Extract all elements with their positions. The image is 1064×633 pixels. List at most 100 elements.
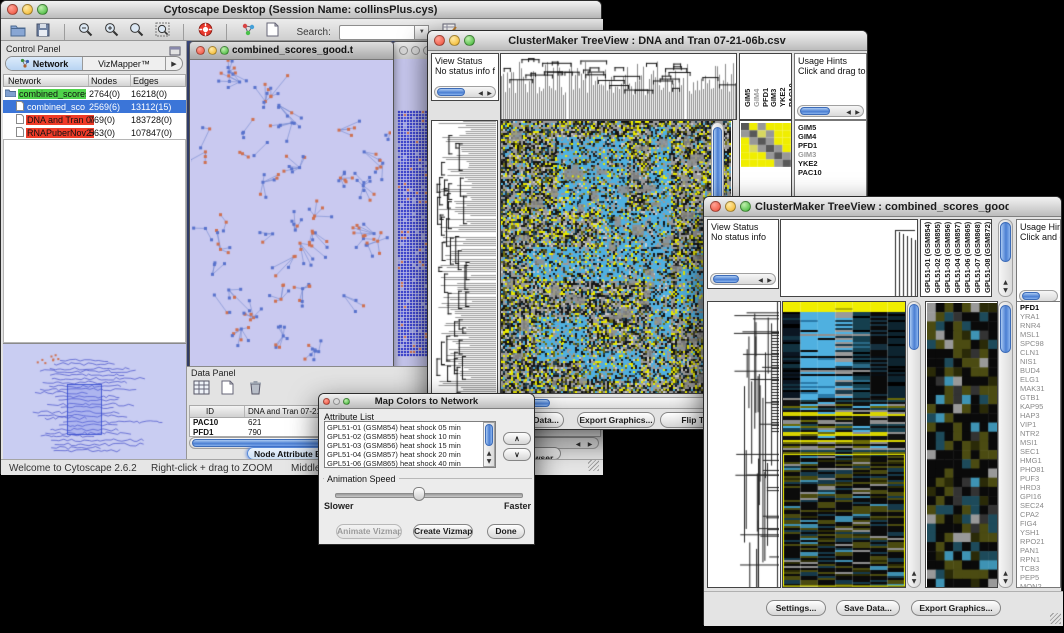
scrollbar-thumb[interactable] — [1000, 222, 1011, 262]
scroll-down-arrow[interactable]: ▼ — [999, 287, 1012, 294]
scroll-left-arrow[interactable]: ◀ — [574, 441, 582, 448]
gene-label[interactable]: MAK31 — [1020, 384, 1060, 393]
search-input[interactable] — [339, 25, 415, 40]
row-dendrogram-canvas[interactable] — [432, 121, 496, 393]
minimize-button[interactable] — [725, 201, 736, 212]
zoom-out-icon[interactable] — [78, 22, 93, 42]
attribute-item[interactable]: GPL51-04 (GSM857) heat shock 20 min — [327, 450, 495, 459]
zoom-button[interactable] — [37, 4, 48, 15]
resize-grip[interactable] — [588, 460, 599, 471]
scrollbar-thumb[interactable] — [909, 304, 919, 350]
gene-label[interactable]: SEC24 — [1020, 501, 1060, 510]
scroll-down-arrow[interactable]: ▼ — [484, 458, 494, 465]
scrollbar-thumb[interactable] — [713, 275, 739, 283]
gene-label[interactable]: GPI16 — [1020, 492, 1060, 501]
gene-label[interactable]: RPN1 — [1020, 555, 1060, 564]
scrollbar-thumb[interactable] — [713, 127, 722, 203]
close-button[interactable] — [7, 4, 18, 15]
open-file-icon[interactable] — [10, 23, 26, 42]
attribute-item[interactable]: GPL51-02 (GSM855) heat shock 10 min — [327, 432, 495, 441]
network-canvas[interactable] — [191, 60, 391, 370]
scroll-up-arrow[interactable]: ▲ — [999, 279, 1012, 286]
new-attribute-icon[interactable] — [221, 380, 234, 400]
zoom-selected-icon[interactable] — [129, 22, 144, 42]
save-icon[interactable] — [36, 23, 50, 42]
scroll-down-arrow[interactable]: ▼ — [999, 578, 1012, 585]
col-header-nodes[interactable]: Nodes — [91, 76, 117, 86]
column-dendrogram-panel[interactable] — [500, 53, 737, 120]
row-dendrogram-panel[interactable] — [431, 120, 498, 394]
done-button[interactable]: Done — [487, 524, 525, 539]
settings-button[interactable]: Settings... — [766, 600, 826, 616]
heatmap-canvas[interactable] — [783, 302, 905, 587]
close-button[interactable] — [323, 398, 330, 405]
network-window-titlebar[interactable]: combined_scores_good.txt--cluste... — [190, 42, 393, 60]
gene-label[interactable]: NIS1 — [1020, 357, 1060, 366]
column-dendrogram-canvas[interactable] — [501, 54, 736, 119]
gene-label[interactable]: PFD1 — [798, 141, 866, 150]
gene-label[interactable]: PAC10 — [798, 168, 866, 177]
gene-label[interactable]: GIM4 — [798, 132, 866, 141]
scroll-right-arrow[interactable]: ▶ — [486, 90, 493, 97]
gene-label[interactable]: YRA1 — [1020, 312, 1060, 321]
gene-label[interactable]: VIP1 — [1020, 420, 1060, 429]
gene-label[interactable]: MON2 — [1020, 582, 1060, 588]
gene-label[interactable]: RNR4 — [1020, 321, 1060, 330]
tab-network[interactable]: Network — [6, 57, 83, 70]
zoom-heatmap-panel[interactable] — [925, 301, 998, 588]
attribute-select-icon[interactable] — [193, 380, 210, 400]
gene-label[interactable]: FIG4 — [1020, 519, 1060, 528]
view-status-scrollbar[interactable]: ◀ ▶ — [710, 273, 776, 285]
gene-label[interactable]: GIM3 — [798, 150, 866, 159]
scroll-up-arrow[interactable]: ▲ — [999, 570, 1012, 577]
gene-label[interactable]: CPA2 — [1020, 510, 1060, 519]
heatmap-panel[interactable] — [500, 120, 733, 394]
column-dendrogram-panel[interactable] — [780, 219, 918, 297]
annotation-icon[interactable] — [266, 22, 279, 42]
tab-overflow-arrow[interactable]: ▶ — [166, 57, 182, 70]
treeview-dna-titlebar[interactable]: ClusterMaker TreeView : DNA and Tran 07-… — [428, 31, 867, 51]
usage-hints-scrollbar[interactable]: ◀ ▶ — [797, 105, 864, 117]
heatmap-panel[interactable] — [782, 301, 906, 588]
row-dendrogram-canvas[interactable] — [708, 302, 779, 587]
zoom-fit-icon[interactable] — [155, 22, 170, 42]
gene-label[interactable]: KAP95 — [1020, 402, 1060, 411]
network-overview-canvas[interactable] — [5, 346, 185, 458]
gene-label[interactable]: ELG1 — [1020, 375, 1060, 384]
animate-vizmap-button[interactable]: Animate Vizmap — [336, 524, 402, 539]
move-down-button[interactable]: ∨ — [503, 448, 531, 461]
gene-label[interactable]: YKE2 — [798, 159, 866, 168]
close-button[interactable] — [434, 35, 445, 46]
help-lifesaver-icon[interactable] — [198, 22, 213, 42]
column-dendrogram-canvas[interactable] — [781, 220, 917, 296]
col-header-id[interactable]: ID — [206, 407, 214, 416]
scroll-up-arrow[interactable]: ▲ — [484, 450, 494, 457]
gene-label[interactable]: TCB3 — [1020, 564, 1060, 573]
move-up-button[interactable]: ∧ — [503, 432, 531, 445]
gene-label[interactable]: YSH1 — [1020, 528, 1060, 537]
heatmap-vscrollbar[interactable]: ▲ ▼ — [907, 301, 921, 588]
minimize-button[interactable] — [22, 4, 33, 15]
gene-label[interactable]: PEP5 — [1020, 573, 1060, 582]
minimize-button[interactable] — [411, 46, 420, 55]
gene-label[interactable]: SEC1 — [1020, 447, 1060, 456]
row-dendrogram-panel[interactable] — [707, 301, 781, 588]
scroll-right-arrow[interactable]: ▶ — [586, 441, 594, 448]
gene-label[interactable]: MSL1 — [1020, 330, 1060, 339]
zoom-button[interactable] — [220, 46, 229, 55]
scroll-left-arrow[interactable]: ◀ — [845, 109, 852, 116]
heatmap-canvas[interactable] — [501, 121, 731, 393]
gene-label[interactable]: GIM5 — [798, 123, 866, 132]
scroll-up-arrow[interactable]: ▲ — [908, 570, 920, 577]
gene-label[interactable]: GTB1 — [1020, 393, 1060, 402]
gene-label[interactable]: CLN1 — [1020, 348, 1060, 357]
gene-label[interactable]: NTR2 — [1020, 429, 1060, 438]
attribute-item[interactable]: GPL51-03 (GSM856) heat shock 15 min — [327, 441, 495, 450]
gene-label[interactable]: RPO21 — [1020, 537, 1060, 546]
scroll-left-arrow[interactable]: ◀ — [477, 90, 484, 97]
save-data-button[interactable]: Save Data... — [836, 600, 900, 616]
network-row[interactable]: RNAPuberNov2+563(0)107847(0) — [3, 126, 186, 139]
zoom-heatmap-canvas[interactable] — [927, 303, 997, 588]
listbox-vscrollbar[interactable]: ▲ ▼ — [483, 422, 495, 467]
export-graphics-button[interactable]: Export Graphics... — [911, 600, 1001, 616]
